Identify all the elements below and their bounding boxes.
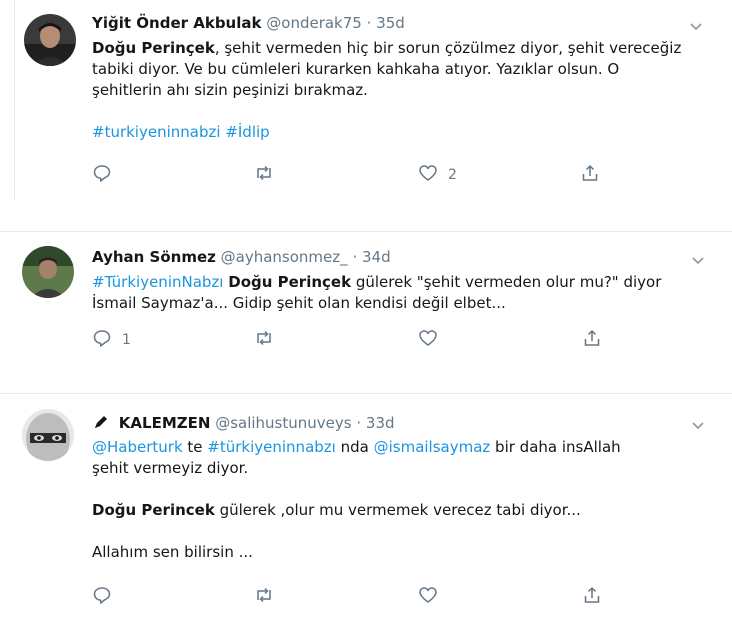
text-fragment: nda	[335, 438, 374, 456]
reply-icon	[92, 585, 112, 609]
bold-name: Doğu Perincek	[92, 501, 215, 519]
like-count: 2	[448, 167, 457, 183]
pen-icon	[92, 413, 110, 435]
share-icon	[582, 585, 602, 609]
text-line: Allahım sen bilirsin ...	[92, 543, 253, 561]
tweet-actions: 1	[92, 329, 612, 351]
separator-dot: ·	[366, 14, 372, 32]
tweet-header: Yiğit Önder Akbulak @onderak75 · 35d	[92, 14, 405, 32]
share-button[interactable]	[582, 586, 602, 608]
text-fragment: bir daha insAllah	[490, 438, 621, 456]
retweet-button[interactable]	[254, 164, 284, 186]
mention[interactable]: @Haberturk	[92, 438, 183, 456]
tweet-header: Ayhan Sönmez @ayhansonmez_ · 34d	[92, 248, 391, 266]
text-line: şehitlerin ahı sizin peşinizi bırakmaz.	[92, 81, 368, 99]
text-line: gülerek "şehit vermeden olur mu?" diyor	[351, 273, 662, 291]
reply-icon	[92, 163, 112, 187]
separator-dot: ·	[356, 414, 362, 432]
timestamp[interactable]: 35d	[376, 14, 405, 32]
retweet-button[interactable]	[254, 586, 284, 608]
handle[interactable]: @ayhansonmez_	[221, 248, 348, 266]
reply-icon	[92, 328, 112, 352]
share-button[interactable]	[580, 164, 600, 186]
share-icon	[582, 328, 602, 352]
share-button[interactable]	[582, 329, 602, 351]
display-name[interactable]: Ayhan Sönmez	[92, 248, 216, 266]
retweet-icon	[254, 585, 274, 609]
like-button[interactable]: 2	[418, 164, 457, 186]
reply-count: 1	[122, 332, 131, 348]
tweet-divider	[0, 393, 732, 394]
timestamp[interactable]: 33d	[366, 414, 395, 432]
timestamp[interactable]: 34d	[362, 248, 391, 266]
share-icon	[580, 163, 600, 187]
avatar[interactable]	[24, 14, 76, 66]
bold-name: Doğu Perinçek	[228, 273, 352, 291]
tweet-text: Doğu Perinçek, şehit vermeden hiç bir so…	[92, 38, 681, 143]
reply-button[interactable]	[92, 586, 122, 608]
handle[interactable]: @onderak75	[266, 14, 362, 32]
hashtag[interactable]: #turkiyeninnabzi	[92, 123, 221, 141]
display-name[interactable]: Yiğit Önder Akbulak	[92, 14, 261, 32]
like-icon	[418, 163, 438, 187]
chevron-down-icon[interactable]	[686, 16, 706, 36]
tweet-2[interactable]: Ayhan Sönmez @ayhansonmez_ · 34d #Türkiy…	[0, 232, 732, 362]
display-name[interactable]: KALEMZEN	[119, 414, 211, 432]
retweet-button[interactable]	[254, 329, 284, 351]
text-line: İsmail Saymaz'a... Gidip şehit olan kend…	[92, 294, 506, 312]
chevron-down-icon[interactable]	[688, 250, 708, 270]
tweet-actions	[92, 586, 612, 608]
like-icon	[418, 328, 438, 352]
hashtag[interactable]: #TürkiyeninNabzı	[92, 273, 223, 291]
avatar[interactable]	[22, 246, 74, 298]
separator-dot: ·	[352, 248, 358, 266]
tweet-3[interactable]: KALEMZEN @salihustunuveys · 33d @Habertu…	[0, 395, 732, 637]
hashtag[interactable]: #türkiyeninnabzı	[207, 438, 336, 456]
text-line: şehit vermeyiz diyor.	[92, 459, 249, 477]
text-line: , şehit vermeden hiç bir sorun çözülmez …	[214, 39, 682, 57]
chevron-down-icon[interactable]	[688, 415, 708, 435]
bold-name: Doğu Perinçek	[92, 39, 215, 57]
text-line: tabiki diyor. Ve bu cümleleri kurarken k…	[92, 60, 620, 78]
tweet-1[interactable]: Yiğit Önder Akbulak @onderak75 · 35d Doğ…	[0, 0, 732, 200]
retweet-icon	[254, 328, 274, 352]
mention[interactable]: @ismailsaymaz	[374, 438, 491, 456]
text-line: gülerek ,olur mu vermemek verecez tabi d…	[214, 501, 581, 519]
retweet-icon	[254, 163, 274, 187]
tweet-text: #TürkiyeninNabzı Doğu Perinçek gülerek "…	[92, 272, 661, 314]
text-fragment: te	[182, 438, 208, 456]
like-icon	[418, 585, 438, 609]
thread-line	[14, 0, 15, 200]
tweet-header: KALEMZEN @salihustunuveys · 33d	[92, 413, 395, 435]
tweet-actions: 2	[92, 164, 612, 186]
like-button[interactable]	[418, 329, 448, 351]
avatar[interactable]	[22, 409, 74, 461]
handle[interactable]: @salihustunuveys	[215, 414, 351, 432]
like-button[interactable]	[418, 586, 448, 608]
hashtag[interactable]: #İdlip	[225, 123, 269, 141]
reply-button[interactable]	[92, 164, 122, 186]
reply-button[interactable]: 1	[92, 329, 131, 351]
tweet-text: @Haberturk te #türkiyeninnabzı nda @isma…	[92, 437, 621, 563]
